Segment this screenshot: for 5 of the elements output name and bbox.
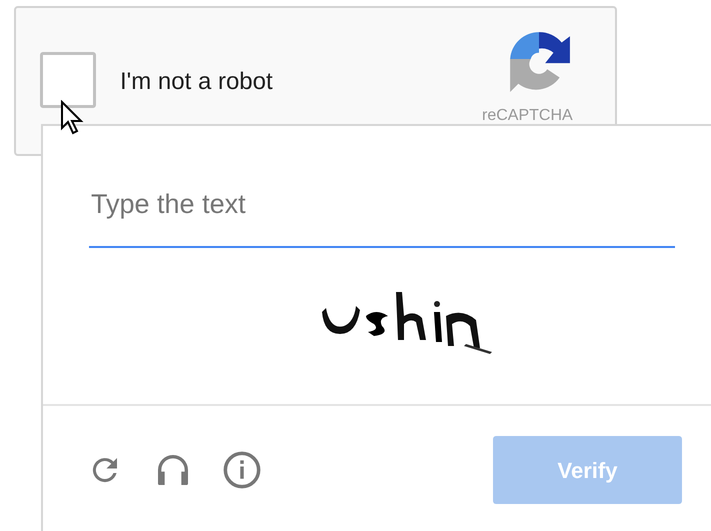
info-icon[interactable] (221, 449, 263, 491)
brand-label: reCAPTCHA (482, 106, 573, 126)
checkbox[interactable] (40, 52, 96, 108)
text-input-field[interactable]: Type the text (89, 176, 675, 248)
checkbox-label: I'm not a robot (120, 68, 273, 96)
